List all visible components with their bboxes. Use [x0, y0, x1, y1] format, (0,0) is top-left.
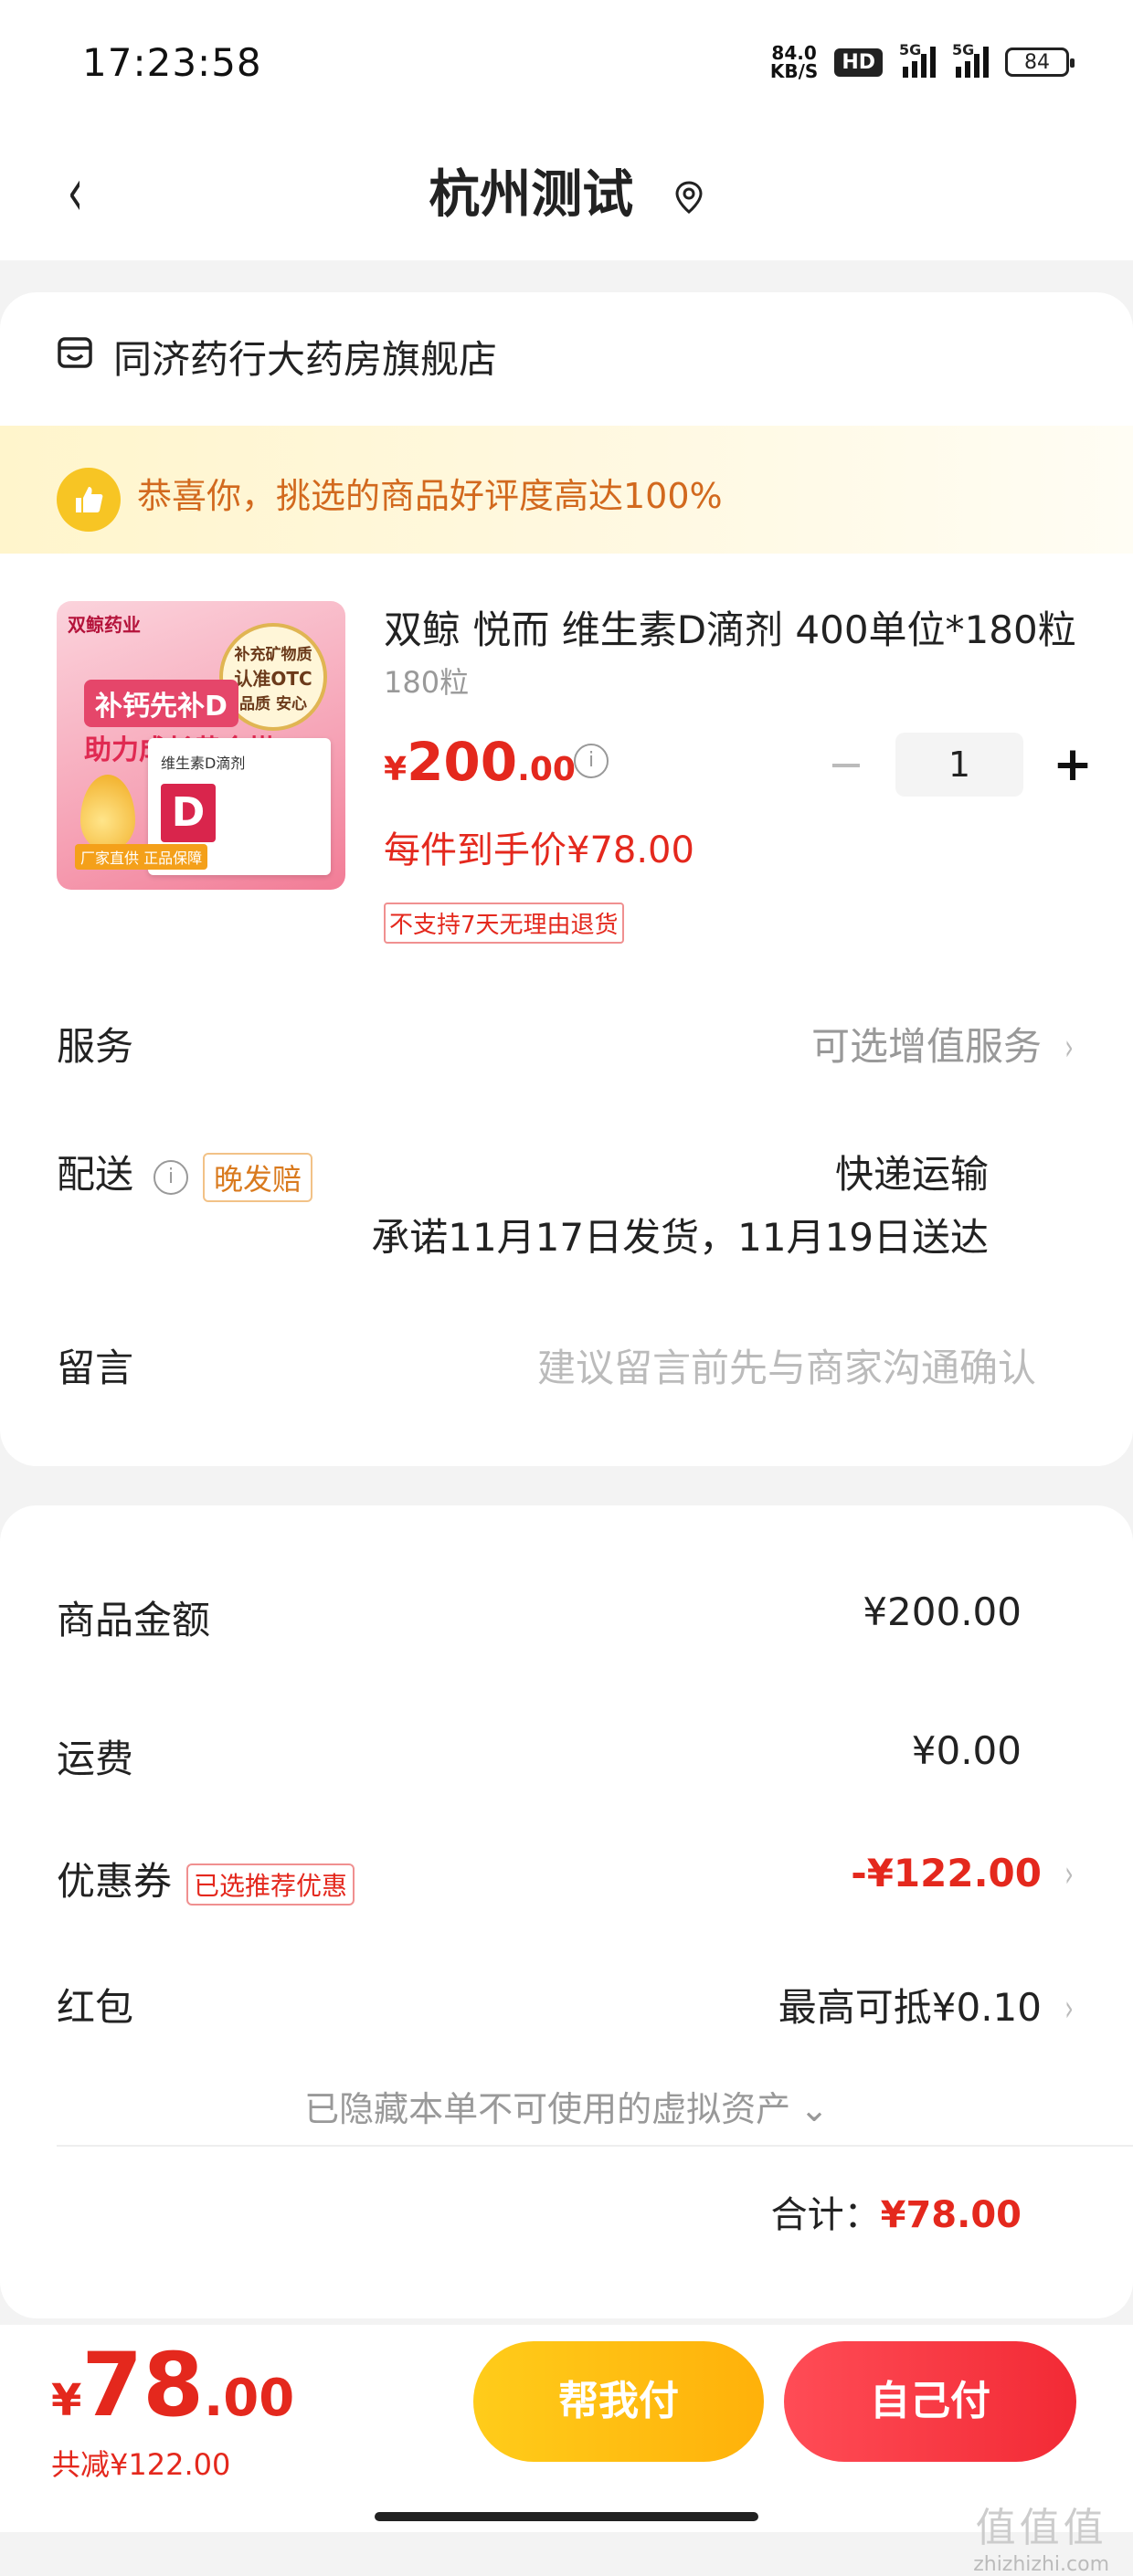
coupon-value: -¥122.00 — [851, 1851, 1042, 1895]
nav-bar: ‹ 杭州测试 — [0, 128, 1133, 260]
quantity-input[interactable]: 1 — [895, 733, 1023, 797]
service-label: 服务 — [57, 1024, 134, 1069]
status-bar: 17:23:58 84.0 KB/S HD 5G 5G 84 — [0, 0, 1133, 128]
signal-icon: 5G — [899, 41, 936, 78]
product-image[interactable]: 双鲸药业 补充矿物质 认准OTC 品质 安心 补钙先补D 助力成长黄金搭 维生素… — [57, 601, 345, 890]
checkout-footer: ¥78.00 共减¥122.00 帮我付 自己付 值值值 zhizhizhi.c… — [0, 2325, 1133, 2576]
product-title[interactable]: 双鲸 悦而 维生素D滴剂 400单位*180粒 — [384, 599, 1078, 655]
quantity-stepper: − 1 + — [819, 733, 1100, 797]
product-price: ¥200.00 — [384, 731, 576, 793]
deal-price: 每件到手价¥78.00 — [384, 829, 694, 871]
store-name: 同济药行大药房旗舰店 — [113, 337, 498, 382]
net-speed: 84.0 KB/S — [769, 42, 819, 82]
increase-button[interactable]: + — [1045, 737, 1100, 792]
thumbs-up-icon — [57, 468, 121, 532]
shipping-value: ¥0.00 — [911, 1728, 1022, 1773]
page-title[interactable]: 杭州测试 — [0, 153, 1133, 227]
hidden-assets-toggle[interactable]: 已隐藏本单不可使用的虚拟资产 ⌄ — [0, 2081, 1133, 2131]
delivery-method: 快递运输 — [834, 1152, 989, 1197]
service-value: 可选增值服务 — [810, 1024, 1042, 1069]
store-icon — [57, 334, 93, 379]
shipping-row: 运费 ¥0.00 — [57, 1728, 1022, 1781]
coupon-tag: 已选推荐优惠 — [186, 1863, 355, 1906]
total-value: ¥78.00 — [880, 2194, 1022, 2236]
order-card: 同济药行大药房旗舰店 恭喜你，挑选的商品好评度高达100% 双鲸药业 补充矿物质… — [0, 292, 1133, 1466]
battery-icon: 84 — [1005, 48, 1075, 77]
chevron-right-icon: › — [1064, 1988, 1074, 2030]
no-refund-tag: 不支持7天无理由退货 — [384, 903, 624, 944]
price-info-icon[interactable]: i — [574, 744, 609, 778]
divider — [57, 2145, 1133, 2147]
goods-amount-value: ¥200.00 — [863, 1589, 1022, 1634]
redpacket-value: 最高可抵¥0.10 — [778, 1985, 1042, 2030]
message-label: 留言 — [57, 1346, 134, 1390]
message-input[interactable]: 建议留言前先与商家沟通确认 — [537, 1346, 1036, 1390]
self-pay-button[interactable]: 自己付 — [784, 2341, 1076, 2462]
message-row[interactable]: 留言 建议留言前先与商家沟通确认 — [57, 1337, 1076, 1393]
signal-icon-2: 5G — [952, 41, 989, 78]
delivery-info-icon[interactable]: i — [154, 1159, 189, 1195]
store-header[interactable]: 同济药行大药房旗舰店 — [57, 329, 497, 385]
footer-price: ¥78.00 — [51, 2334, 295, 2436]
delivery-label: 配送 — [57, 1152, 134, 1197]
help-me-pay-button[interactable]: 帮我付 — [473, 2341, 764, 2462]
location-pin-icon — [673, 168, 704, 227]
chevron-down-icon: ⌄ — [799, 2089, 829, 2129]
product-spec: 180粒 — [384, 665, 470, 700]
chevron-right-icon: › — [1064, 1853, 1074, 1895]
delivery-row[interactable]: 配送 i 晚发赔 快递运输 承诺11月17日发货，11月19日送达 — [57, 1144, 1076, 1260]
chevron-right-icon: › — [1064, 1027, 1074, 1069]
watermark: 值值值 zhizhizhi.com — [973, 2505, 1109, 2576]
oil-drop-icon — [80, 775, 135, 851]
total-row: 合计：¥78.00 — [770, 2194, 1022, 2236]
goods-amount-row: 商品金额 ¥200.00 — [57, 1589, 1022, 1642]
status-time: 17:23:58 — [82, 40, 262, 85]
redpacket-row[interactable]: 红包 最高可抵¥0.10 › — [57, 1977, 1076, 2032]
price-summary-card: 商品金额 ¥200.00 运费 ¥0.00 优惠券 已选推荐优惠 -¥122.00… — [0, 1505, 1133, 2318]
delivery-promise: 承诺11月17日发货，11月19日送达 — [371, 1215, 989, 1260]
status-icons: 84.0 KB/S HD 5G 5G 84 — [769, 41, 1075, 82]
banner-text: 恭喜你，挑选的商品好评度高达100% — [137, 476, 723, 516]
praise-banner: 恭喜你，挑选的商品好评度高达100% — [0, 426, 1133, 554]
hd-icon: HD — [834, 48, 883, 77]
decrease-button[interactable]: − — [819, 739, 874, 790]
footer-saved: 共减¥122.00 — [51, 2447, 231, 2482]
home-indicator[interactable] — [375, 2512, 758, 2521]
late-compensation-tag: 晚发赔 — [203, 1152, 313, 1202]
coupon-row[interactable]: 优惠券 已选推荐优惠 -¥122.00 › — [57, 1851, 1076, 1906]
service-row[interactable]: 服务 可选增值服务 › — [57, 1016, 1076, 1072]
